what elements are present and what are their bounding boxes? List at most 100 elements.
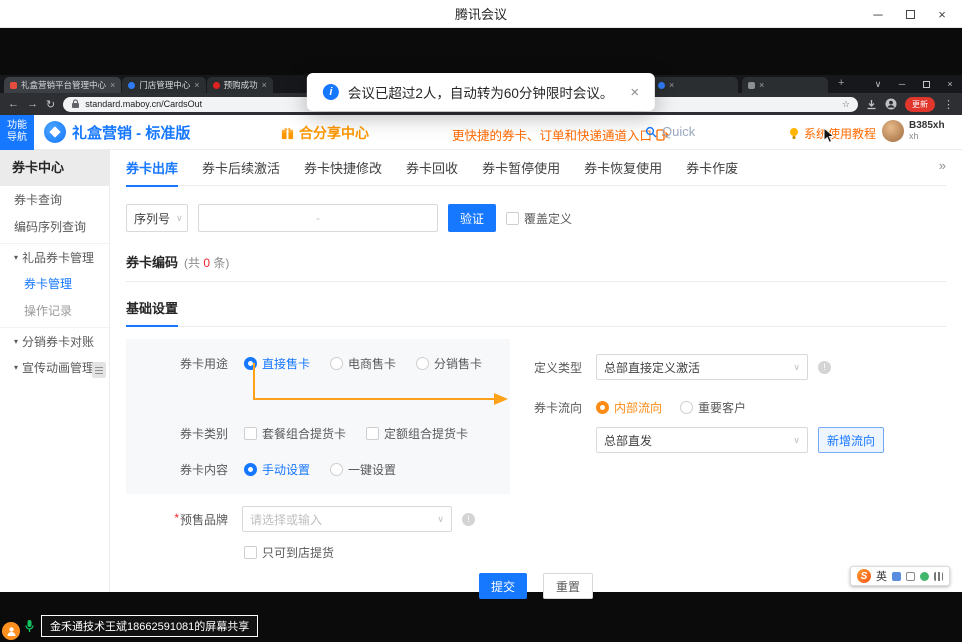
profile-icon[interactable] bbox=[885, 98, 897, 110]
tab-card-activate[interactable]: 券卡后续激活 bbox=[202, 150, 280, 186]
ime-keyboard-icon[interactable] bbox=[906, 572, 915, 581]
back-icon[interactable]: ← bbox=[8, 98, 19, 110]
sidebar-item-card-query[interactable]: 券卡查询 bbox=[0, 186, 109, 213]
bookmark-star-icon[interactable]: ☆ bbox=[842, 99, 850, 110]
share-center-link[interactable]: 合分享中心 bbox=[280, 123, 369, 143]
tab-card-recycle[interactable]: 券卡回收 bbox=[406, 150, 458, 186]
tri-down-icon: ▾ bbox=[14, 253, 18, 262]
toast-close-icon[interactable]: × bbox=[630, 84, 639, 101]
store-only-label: 只可到店提货 bbox=[262, 544, 334, 561]
browser-tab[interactable]: 预购成功 × bbox=[207, 77, 273, 93]
serial-type-select[interactable]: 序列号 ∨ bbox=[126, 204, 188, 232]
browser-minimize-button[interactable]: ─ bbox=[890, 75, 914, 93]
browser-close-button[interactable]: × bbox=[938, 75, 962, 93]
reset-button[interactable]: 重置 bbox=[543, 573, 593, 599]
minimize-button[interactable]: ─ bbox=[862, 0, 894, 28]
promo-link[interactable]: 更快捷的券卡、订单和快递通道入口 bbox=[452, 125, 669, 144]
ime-toolbar[interactable]: S 英 bbox=[850, 566, 950, 586]
browser-maximize-button[interactable] bbox=[914, 75, 938, 93]
tab-label: 门店管理中心 bbox=[139, 79, 190, 91]
tab-close-icon[interactable]: × bbox=[110, 80, 115, 90]
radio-onekey-set[interactable]: 一键设置 bbox=[330, 461, 396, 478]
tab-card-void[interactable]: 券卡作废 bbox=[686, 150, 738, 186]
tab-close-icon[interactable]: × bbox=[262, 80, 267, 90]
verify-button[interactable]: 验证 bbox=[448, 204, 496, 232]
user-avatar bbox=[882, 120, 904, 142]
func-nav-button[interactable]: 功能 导航 bbox=[0, 115, 34, 150]
tab-close-icon[interactable]: × bbox=[669, 80, 674, 90]
close-button[interactable]: × bbox=[926, 0, 958, 28]
tri-down-icon: ▾ bbox=[14, 363, 18, 372]
sidebar-item-op-log[interactable]: 操作记录 bbox=[0, 297, 109, 324]
serial-row: 序列号 ∨ - 验证 覆盖定义 bbox=[126, 204, 946, 232]
radio-vip-customer[interactable]: 重要客户 bbox=[680, 399, 746, 416]
ime-toolbox-icon[interactable] bbox=[934, 572, 943, 581]
reload-icon[interactable]: ↻ bbox=[46, 98, 55, 111]
update-button[interactable]: 更新 bbox=[905, 97, 935, 112]
store-only-checkbox[interactable]: 只可到店提货 bbox=[244, 544, 334, 561]
browser-tab-active[interactable]: 礼盒营销平台管理中心 × bbox=[4, 77, 121, 93]
category-label: 券卡类别 bbox=[166, 425, 228, 442]
presale-brand-select[interactable]: 请选择或输入 ∨ bbox=[242, 506, 452, 532]
radio-dist-sale[interactable]: 分销售卡 bbox=[416, 355, 482, 372]
tab-card-quick-edit[interactable]: 券卡快捷修改 bbox=[304, 150, 382, 186]
tab-search-icon[interactable]: ∨ bbox=[866, 75, 890, 93]
basic-settings-tab[interactable]: 基础设置 bbox=[126, 298, 178, 327]
flow-select[interactable]: 总部直发 ∨ bbox=[596, 427, 808, 453]
sidebar-item-card-mgmt[interactable]: 券卡管理 bbox=[0, 270, 109, 297]
brand: 礼盒营销 - 标准版 bbox=[44, 121, 190, 143]
tab-card-resume[interactable]: 券卡恢复使用 bbox=[584, 150, 662, 186]
override-checkbox[interactable]: 覆盖定义 bbox=[506, 210, 572, 227]
radio-direct-sale[interactable]: 直接售卡 bbox=[244, 355, 310, 372]
browser-menu-icon[interactable]: ⋮ bbox=[943, 98, 954, 111]
quick-search[interactable]: Quick bbox=[645, 124, 695, 139]
checkbox-icon bbox=[244, 546, 257, 559]
info-icon[interactable]: ! bbox=[818, 361, 831, 374]
sidebar-collapse-handle[interactable] bbox=[92, 362, 106, 378]
ime-language-indicator[interactable]: 英 bbox=[876, 568, 887, 584]
submit-button[interactable]: 提交 bbox=[479, 573, 527, 599]
new-tab-button[interactable]: + bbox=[838, 77, 844, 89]
flow-label: 券卡流向 bbox=[534, 399, 586, 416]
forward-icon[interactable]: → bbox=[27, 98, 38, 110]
download-icon[interactable] bbox=[866, 99, 877, 110]
browser-tab[interactable]: 门店管理中心 × bbox=[122, 77, 205, 93]
tri-down-icon: ▾ bbox=[14, 337, 18, 346]
brand-title: 礼盒营销 - 标准版 bbox=[72, 122, 190, 143]
checkbox-icon bbox=[244, 427, 257, 440]
tab-card-pause[interactable]: 券卡暂停使用 bbox=[482, 150, 560, 186]
info-icon[interactable]: ! bbox=[462, 513, 475, 526]
radio-label: 直接售卡 bbox=[262, 355, 310, 372]
collapse-chevrons-icon[interactable]: » bbox=[939, 158, 946, 173]
checkbox-fixed-card[interactable]: 定额组合提货卡 bbox=[366, 425, 468, 442]
add-flow-button[interactable]: 新增流向 bbox=[818, 427, 884, 453]
radio-ecom-sale[interactable]: 电商售卡 bbox=[330, 355, 396, 372]
maximize-button[interactable] bbox=[894, 0, 926, 28]
main-panel: 券卡出库 券卡后续激活 券卡快捷修改 券卡回收 券卡暂停使用 券卡恢复使用 券卡… bbox=[110, 150, 962, 592]
browser-tab-partial[interactable]: × bbox=[742, 77, 828, 93]
serial-input[interactable]: - bbox=[198, 204, 438, 232]
sidebar-item-code-seq-query[interactable]: 编码序列查询 bbox=[0, 213, 109, 240]
checkbox-combo-card[interactable]: 套餐组合提货卡 bbox=[244, 425, 346, 442]
sidebar-item-label: 券卡管理 bbox=[24, 275, 72, 292]
radio-internal-flow[interactable]: 内部流向 bbox=[596, 399, 662, 416]
browser-tab-partial[interactable]: × bbox=[652, 77, 738, 93]
user-name-main: B385xh bbox=[909, 120, 945, 131]
chevron-down-icon: ∨ bbox=[793, 362, 800, 373]
hamburger-icon bbox=[95, 367, 103, 374]
type-select[interactable]: 总部直接定义激活 ∨ bbox=[596, 354, 808, 380]
mouse-cursor bbox=[823, 127, 835, 149]
radio-manual-set[interactable]: 手动设置 bbox=[244, 461, 310, 478]
serial-type-value: 序列号 bbox=[134, 210, 170, 227]
ime-skin-icon[interactable] bbox=[892, 572, 901, 581]
meeting-titlebar: 腾讯会议 ─ × bbox=[0, 0, 962, 28]
tab-close-icon[interactable]: × bbox=[759, 80, 764, 90]
tab-close-icon[interactable]: × bbox=[194, 80, 199, 90]
user-box[interactable]: B385xh xh bbox=[882, 120, 945, 142]
sidebar-item-dist-reconcile[interactable]: ▾分销券卡对账 bbox=[0, 327, 109, 354]
tab-card-out[interactable]: 券卡出库 bbox=[126, 150, 178, 186]
sidebar-item-label: 宣传动画管理 bbox=[22, 359, 94, 376]
sogou-logo-icon[interactable]: S bbox=[857, 569, 871, 583]
sidebar-item-gift-card-mgmt[interactable]: ▾礼品券卡管理 bbox=[0, 243, 109, 270]
ime-mic-icon[interactable] bbox=[920, 572, 929, 581]
